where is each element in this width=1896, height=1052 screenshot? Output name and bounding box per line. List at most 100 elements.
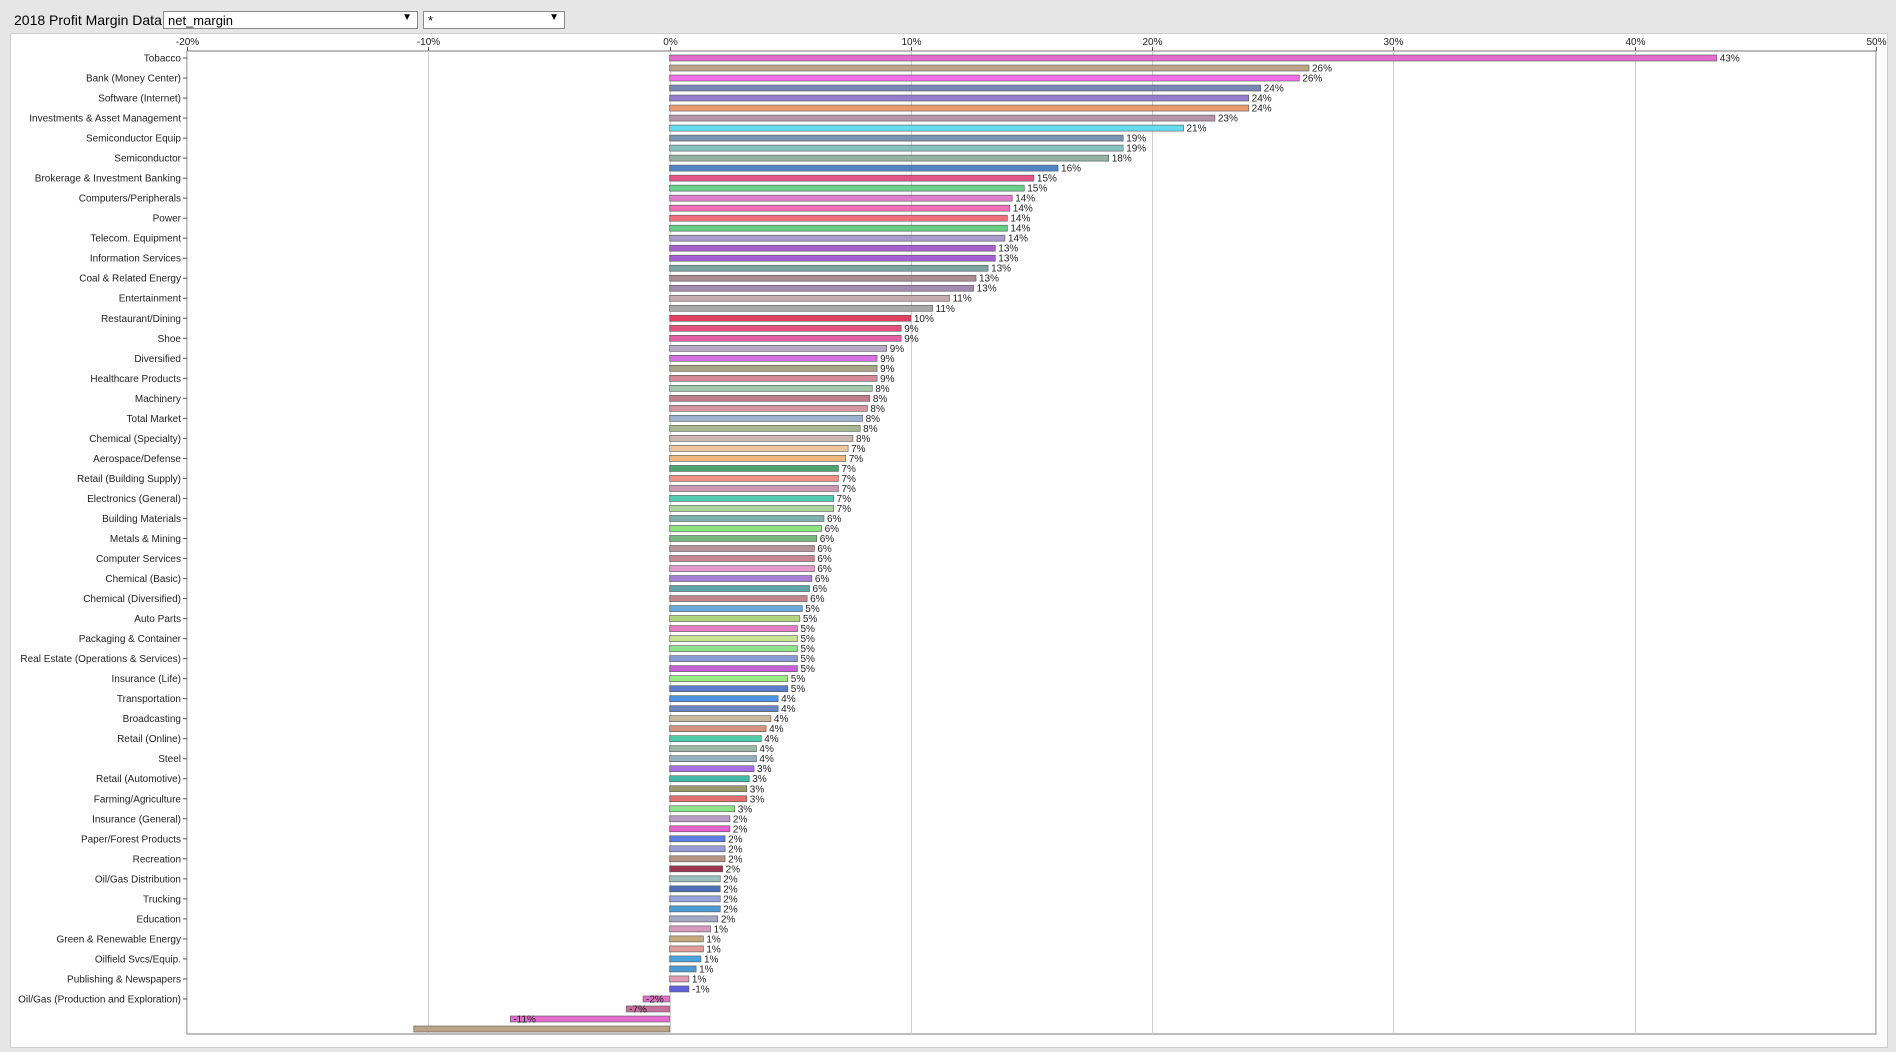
bar [669, 615, 801, 622]
y-tick-label: Power [153, 214, 182, 225]
y-tick-label: Semiconductor Equip [86, 134, 181, 145]
bar-value-label: 11% [936, 304, 955, 315]
bar [669, 735, 762, 743]
bar [669, 84, 1262, 92]
y-tick-label: Electronics (General) [87, 494, 181, 505]
toolbar: 2018 Profit Margin Data net_margin ▼ * ▼ [0, 8, 1896, 34]
y-tick-label: Publishing & Newspapers [67, 974, 181, 985]
bar [669, 54, 1718, 62]
bar [669, 264, 989, 272]
bar [669, 785, 748, 793]
bar [669, 825, 731, 833]
y-tick-label: Semiconductor [114, 154, 181, 165]
y-tick-label: Diversified [134, 354, 181, 365]
bar [669, 475, 839, 482]
y-tick-label: Transportation [117, 694, 181, 705]
y-tick-label: Metals & Mining [110, 534, 181, 545]
bar [669, 375, 878, 382]
bar [669, 765, 755, 773]
y-tick-label: Total Market [127, 414, 182, 425]
bar-value-label: 24% [1252, 104, 1272, 115]
y-tick-label: Insurance (General) [92, 814, 181, 825]
bar [669, 535, 818, 542]
y-tick-label: Chemical (Specialty) [89, 434, 181, 445]
bar [669, 835, 726, 843]
bar-value-label: -11% [513, 1014, 536, 1025]
bar [669, 655, 798, 662]
bar [669, 224, 1008, 232]
bar [669, 525, 822, 532]
y-tick-label: Tobacco [144, 54, 182, 65]
chart-area: -20% -10% 0% 10% 20% 30% 40% 50% Tobacco Bank (Mo… [10, 33, 1888, 1048]
bar-value-label: 23% [1218, 114, 1238, 125]
bar [669, 455, 847, 462]
bar [669, 415, 863, 422]
bar [669, 755, 757, 763]
bar [669, 124, 1184, 132]
y-tick-label: Telecom. Equipment [90, 234, 181, 245]
y-tick-label: Retail (Building Supply) [77, 474, 181, 485]
chevron-down-icon: ▼ [549, 12, 559, 23]
y-tick-label: Healthcare Products [90, 374, 181, 385]
bar [669, 104, 1249, 112]
y-tick-label: Packaging & Container [79, 634, 182, 645]
bar [669, 425, 861, 432]
bar [669, 715, 772, 722]
bar [669, 725, 767, 732]
bar [669, 435, 854, 442]
bar [669, 585, 810, 592]
bar [669, 885, 721, 893]
y-tick-label: Computer Services [96, 554, 181, 565]
bar [669, 395, 871, 402]
x-tick-label: 20% [1142, 37, 1162, 48]
bar [669, 144, 1124, 152]
y-tick-label: Software (Internet) [98, 94, 181, 105]
bar [669, 485, 839, 492]
bar [669, 254, 996, 262]
bar [669, 925, 711, 933]
bar [669, 284, 974, 292]
bar [669, 64, 1310, 72]
bar [669, 194, 1013, 202]
bar [669, 775, 750, 783]
bar [669, 605, 803, 612]
y-tick-label: Building Materials [102, 514, 181, 525]
y-tick-label: Green & Renewable Energy [56, 934, 181, 945]
y-tick-label: Oil/Gas Distribution [95, 874, 181, 885]
bar [669, 575, 813, 582]
bar [669, 405, 868, 412]
bar [669, 515, 825, 522]
bar [669, 935, 704, 943]
chevron-down-icon: ▼ [402, 12, 412, 23]
bar [669, 505, 834, 512]
x-tick-label: 0% [663, 37, 678, 48]
metric-select[interactable]: net_margin ▼ [163, 11, 418, 29]
bar [669, 945, 704, 953]
y-tick-label: Auto Parts [134, 614, 181, 625]
y-tick-label: Investments & Asset Management [29, 114, 181, 125]
bar [669, 385, 873, 392]
bar [669, 905, 721, 913]
y-tick-label: Computers/Peripherals [79, 194, 181, 205]
bar [413, 1025, 670, 1033]
y-tick-label: Trucking [143, 894, 181, 905]
bar-value-label: 16% [1061, 164, 1081, 175]
bar [669, 625, 798, 632]
y-tick-label: Paper/Forest Products [81, 834, 181, 845]
bar [669, 344, 888, 352]
bar [669, 635, 798, 642]
y-tick-label: Coal & Related Energy [79, 274, 181, 285]
bar-value-label: 26% [1302, 74, 1322, 85]
y-tick-label: Oilfield Svcs/Equip. [95, 954, 181, 965]
bar-value-label: -1% [692, 984, 710, 995]
y-tick-label: Real Estate (Operations & Services) [20, 654, 181, 665]
bar [669, 465, 839, 472]
bar [669, 174, 1035, 182]
y-tick-label: Brokerage & Investment Banking [35, 174, 181, 185]
y-tick-label: Aerospace/Defense [93, 454, 181, 465]
bar [669, 184, 1025, 192]
bar [669, 695, 779, 702]
y-tick-label: Bank (Money Center) [86, 74, 181, 85]
bar [669, 134, 1124, 142]
filter-select[interactable]: * ▼ [423, 11, 565, 29]
